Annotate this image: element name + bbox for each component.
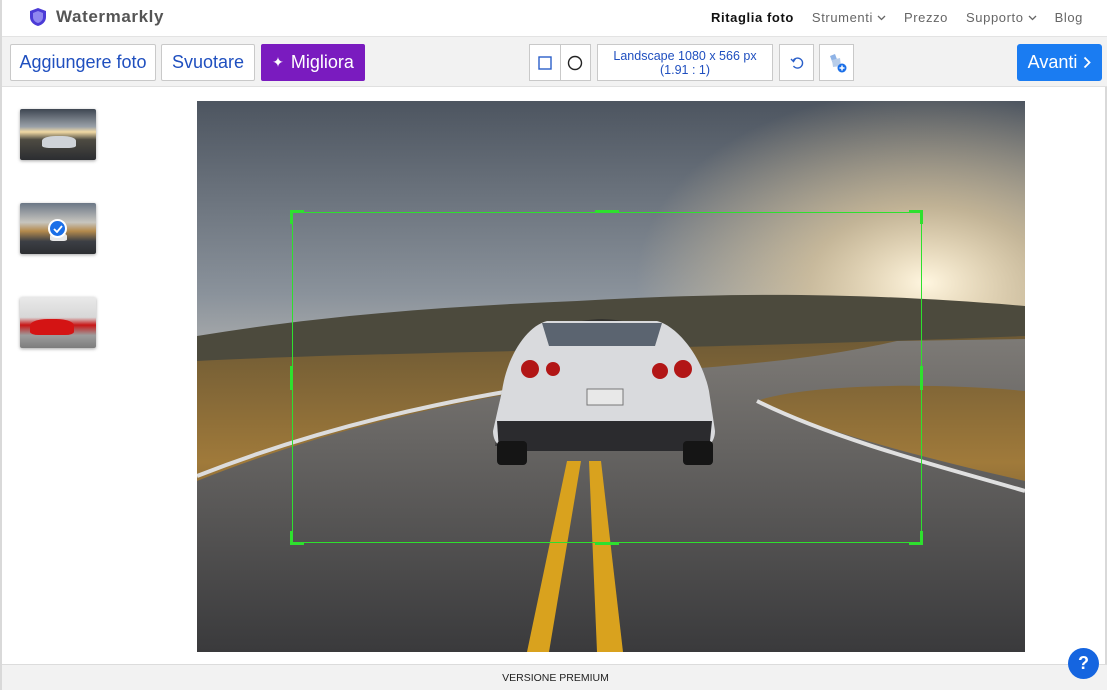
crop-handle-top[interactable]	[595, 210, 619, 213]
add-image-icon	[829, 53, 846, 72]
premium-version-label: VERSIONE PREMIUM	[502, 672, 609, 684]
nav-item-label: Strumenti	[811, 10, 873, 25]
nav-item-pricing[interactable]: Prezzo	[904, 10, 948, 25]
circle-shape-icon	[568, 55, 583, 70]
aspect-ratio-label: Landscape 1080 x 566 px	[613, 49, 757, 63]
editor-toolbar: Aggiungere foto Svuotare ✦ Migliora Land…	[2, 37, 1107, 87]
chevron-down-icon	[1028, 15, 1037, 20]
nav-item-label: Blog	[1054, 10, 1083, 25]
help-button[interactable]: ?	[1068, 648, 1099, 679]
crop-shape-group	[529, 44, 591, 81]
improve-label: Migliora	[290, 52, 354, 72]
next-label: Avanti	[1027, 52, 1078, 72]
circle-shape-button[interactable]	[559, 45, 590, 80]
app-window: Watermarkly Ritaglia foto Strumenti Prez…	[0, 0, 1107, 690]
add-watermark-image-button[interactable]	[819, 44, 854, 81]
selected-check-badge	[48, 219, 67, 238]
clear-button[interactable]: Svuotare	[161, 44, 255, 81]
photo-thumbnail[interactable]	[20, 109, 96, 160]
main-nav: Ritaglia foto Strumenti Prezzo Supporto …	[693, 10, 1083, 25]
next-button[interactable]: Avanti	[1017, 44, 1102, 81]
top-nav: Watermarkly Ritaglia foto Strumenti Prez…	[2, 0, 1107, 37]
crop-handle-top-right-v[interactable]	[920, 210, 923, 224]
help-icon: ?	[1078, 653, 1089, 673]
crop-handle-right[interactable]	[920, 366, 923, 390]
crop-handle-top-left-v[interactable]	[290, 210, 293, 224]
crop-handle-bottom[interactable]	[595, 542, 619, 545]
sparkle-icon: ✦	[272, 54, 284, 70]
rotate-icon	[790, 56, 803, 69]
crop-handle-bottom-right-v[interactable]	[920, 531, 923, 545]
improve-button[interactable]: ✦ Migliora	[261, 44, 365, 81]
nav-item-tools[interactable]: Strumenti	[812, 10, 886, 25]
square-shape-icon	[538, 55, 552, 70]
nav-item-label: Prezzo	[903, 10, 949, 25]
add-photo-button[interactable]: Aggiungere foto	[10, 44, 156, 81]
nav-item-blog[interactable]: Blog	[1055, 10, 1083, 25]
thumbnail-image	[42, 136, 76, 148]
aspect-ratio-value: (1.91 : 1)	[659, 63, 711, 77]
premium-footer[interactable]: VERSIONE PREMIUM	[2, 664, 1107, 690]
nav-item-label: Ritaglia foto	[711, 10, 794, 25]
crop-frame[interactable]	[292, 212, 922, 543]
brand-name: Watermarkly	[56, 7, 165, 26]
nav-item-support[interactable]: Supporto	[966, 10, 1037, 25]
rotate-button[interactable]	[779, 44, 814, 81]
brand-logo[interactable]: Watermarkly	[28, 7, 164, 27]
nav-item-label: Supporto	[966, 10, 1024, 25]
photo-canvas[interactable]	[197, 101, 1025, 652]
photo-thumbnail[interactable]	[20, 297, 96, 348]
square-shape-button[interactable]	[530, 45, 560, 80]
aspect-ratio-select[interactable]: Landscape 1080 x 566 px (1.91 : 1)	[597, 44, 773, 81]
photo-thumbnail-selected[interactable]	[20, 203, 96, 254]
thumbnail-image	[30, 319, 74, 335]
crop-handle-bottom-left-v[interactable]	[290, 531, 293, 545]
checkmark-icon	[52, 224, 63, 233]
chevron-down-icon	[877, 15, 886, 20]
crop-handle-left[interactable]	[290, 366, 293, 390]
shield-logo-icon	[30, 8, 46, 26]
chevron-right-icon	[1084, 56, 1092, 69]
nav-item-crop-photo[interactable]: Ritaglia foto	[711, 10, 794, 25]
